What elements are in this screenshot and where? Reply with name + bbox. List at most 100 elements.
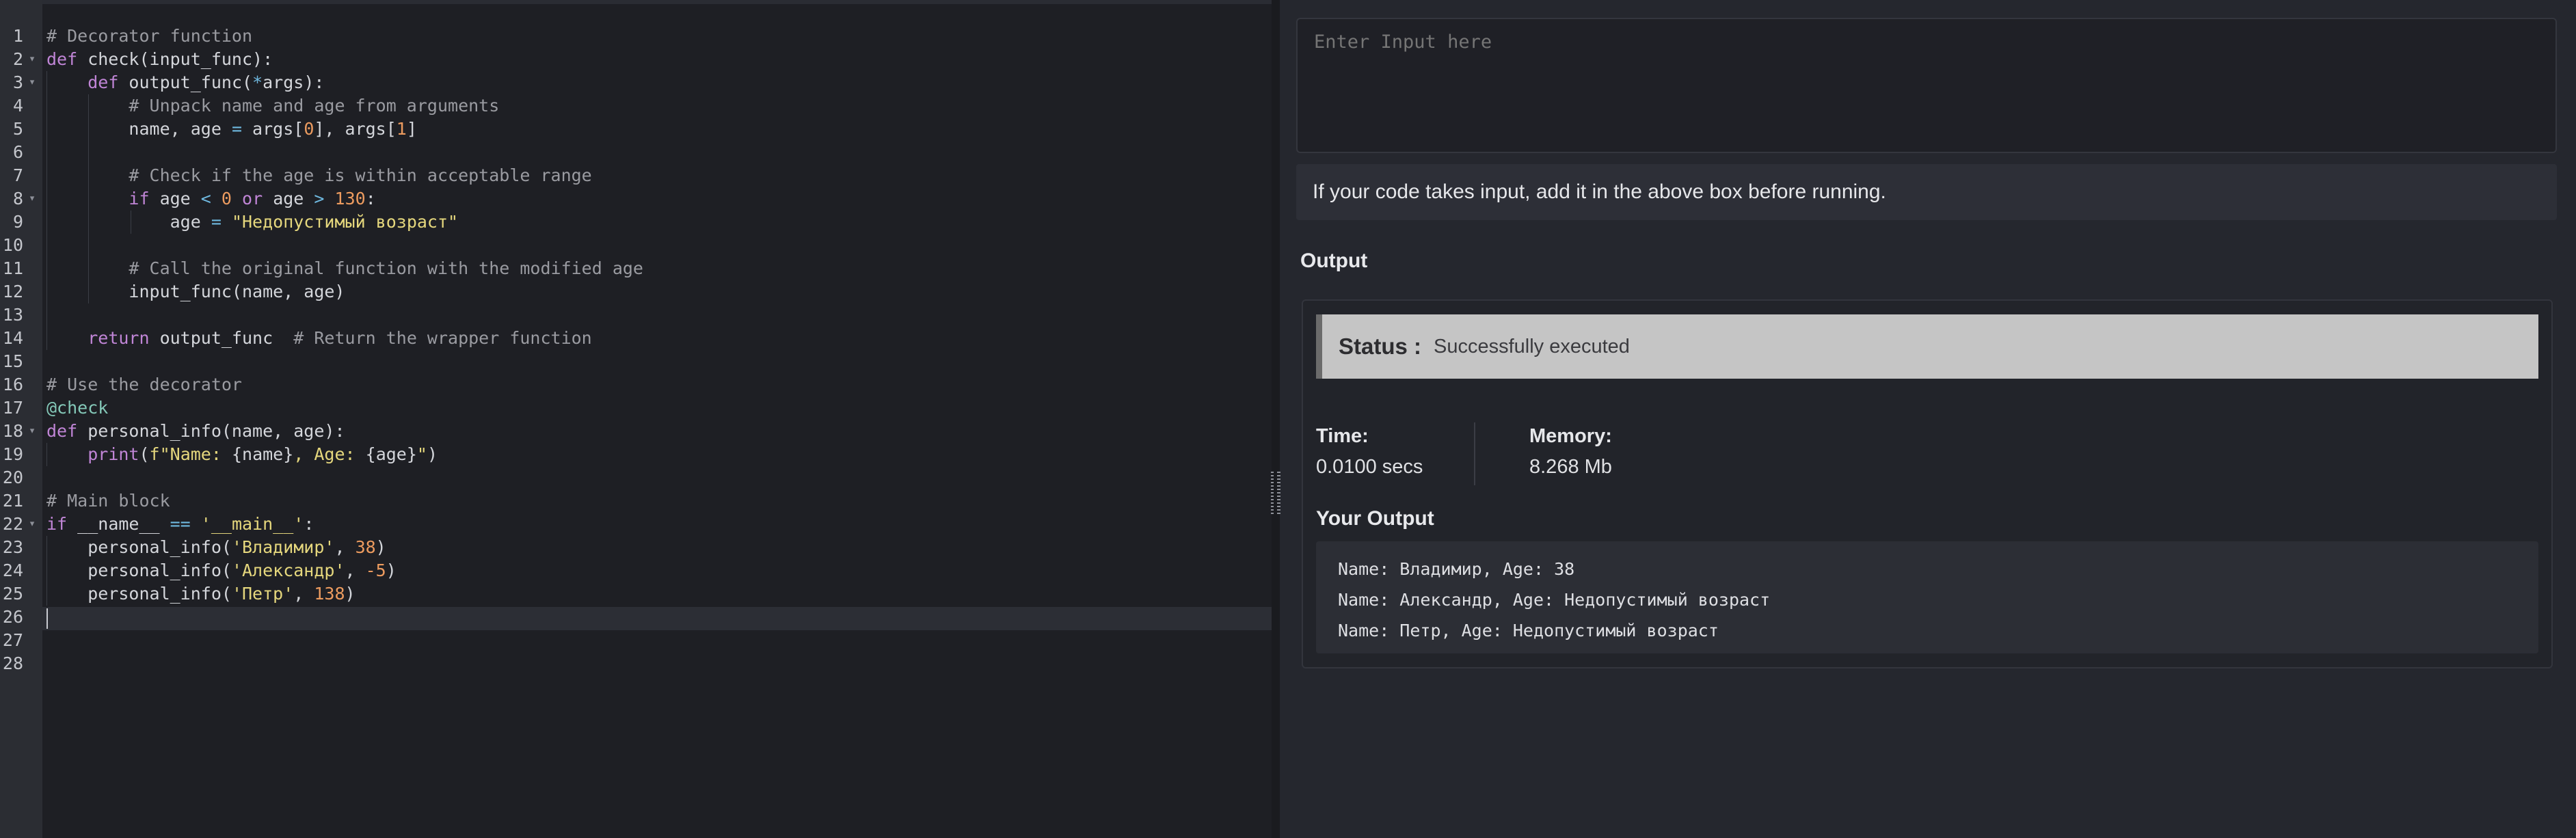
code-line-1: # Decorator function	[46, 25, 252, 48]
code-token: 'Владимир'	[231, 537, 335, 557]
line-number: 20	[2, 468, 23, 487]
code-token: output_func	[149, 328, 294, 348]
drag-handle-icon[interactable]	[1271, 472, 1280, 514]
fold-arrow-icon[interactable]: ▾	[27, 513, 37, 536]
code-token: # Unpack name and age from arguments	[129, 96, 500, 116]
code-token: # Call the original function with the mo…	[129, 258, 643, 278]
code-line-21: # Main block	[46, 489, 170, 513]
line-number: 18	[2, 421, 23, 441]
line-number: 9	[12, 212, 23, 232]
stdin-input[interactable]	[1296, 18, 2557, 153]
line-number: 12	[2, 282, 23, 301]
code-token: 38	[355, 537, 376, 557]
code-token: ]	[406, 119, 417, 139]
line-number: 25	[2, 584, 23, 604]
code-token: name, age	[46, 119, 232, 139]
code-token: personal_info(	[46, 584, 232, 604]
code-token: )	[427, 444, 438, 464]
time-label: Time:	[1316, 425, 1369, 447]
status-bar: Status : Successfully executed	[1316, 314, 2538, 379]
code-token: args):	[263, 72, 325, 92]
code-token: # Return the wrapper function	[293, 328, 592, 348]
code-line-8: if age < 0 or age > 130:	[46, 187, 375, 211]
code-token: output_func(	[118, 72, 253, 92]
fold-arrow-icon[interactable]: ▾	[27, 420, 37, 443]
line-number: 26	[2, 607, 23, 627]
code-token: *	[252, 72, 263, 92]
code-line-7: # Check if the age is within acceptable …	[46, 164, 591, 187]
code-token: :	[304, 514, 314, 534]
output-line: Name: Петр, Age: Недопустимый возраст	[1338, 621, 1719, 640]
line-number: 22	[2, 514, 23, 534]
active-line-highlight	[42, 607, 1272, 630]
line-number: 4	[12, 96, 23, 116]
status-label: Status :	[1339, 334, 1422, 359]
code-token: def	[46, 421, 78, 441]
code-token: {age}	[365, 444, 417, 464]
code-line-16: # Use the decorator	[46, 373, 242, 396]
code-token: (	[139, 444, 150, 464]
output-line: Name: Александр, Age: Недопустимый возра…	[1338, 590, 1771, 610]
code-token: # Decorator function	[46, 26, 253, 46]
line-number: 16	[2, 375, 23, 394]
code-line-14: return output_func # Return the wrapper …	[46, 327, 592, 350]
code-token: ,	[293, 584, 314, 604]
time-value: 0.0100 secs	[1316, 456, 1423, 478]
code-token: # Main block	[46, 491, 170, 511]
output-heading: Output	[1300, 249, 1368, 272]
code-token: 'Петр'	[231, 584, 294, 604]
code-token: f"Name:	[149, 444, 232, 464]
line-number: 3	[12, 72, 23, 92]
editor-top-border	[0, 0, 1272, 4]
code-token: if	[46, 514, 68, 534]
code-line-18: def personal_info(name, age):	[46, 420, 345, 443]
code-token: args[	[242, 119, 304, 139]
fold-arrow-icon[interactable]: ▾	[27, 187, 37, 211]
code-line-11: # Call the original function with the mo…	[46, 257, 643, 280]
line-number: 24	[2, 560, 23, 580]
code-token: age	[149, 189, 201, 208]
line-number: 23	[2, 537, 23, 557]
code-editor[interactable]: 1 2 3 4 5 6 7 8 9 10 11 12 13 14 15 16 1…	[0, 0, 1272, 838]
fold-arrow-icon[interactable]: ▾	[27, 48, 37, 71]
code-token: print	[88, 444, 139, 464]
line-number: 11	[2, 258, 23, 278]
code-token: 'Александр'	[231, 560, 345, 580]
line-number: 19	[2, 444, 23, 464]
line-number: 7	[12, 165, 23, 185]
metric-divider	[1474, 422, 1475, 485]
line-number: 10	[2, 235, 23, 255]
code-token: return	[88, 328, 150, 348]
line-number: 1	[12, 26, 23, 46]
input-hint: If your code takes input, add it in the …	[1296, 164, 2557, 220]
code-token: 130	[334, 189, 366, 208]
code-token: -5	[365, 560, 386, 580]
line-number: 15	[2, 351, 23, 371]
code-token: "	[416, 444, 427, 464]
code-token: age	[263, 189, 314, 208]
code-line-12: input_func(name, age)	[46, 280, 345, 303]
code-token: def	[88, 72, 119, 92]
panel-splitter[interactable]	[1272, 0, 1280, 838]
code-token: ,	[334, 537, 355, 557]
code-token: ], args[	[314, 119, 397, 139]
code-line-19: print(f"Name: {name}, Age: {age}")	[46, 443, 438, 466]
line-number: 2	[12, 49, 23, 69]
fold-arrow-icon[interactable]: ▾	[27, 71, 37, 94]
program-output: Name: Владимир, Age: 38 Name: Александр,…	[1316, 541, 2538, 653]
code-token: 1	[396, 119, 407, 139]
line-number: 27	[2, 630, 23, 650]
code-token: ==	[170, 514, 191, 534]
code-token: 138	[314, 584, 345, 604]
line-number: 17	[2, 398, 23, 418]
code-line-24: personal_info('Александр', -5)	[46, 559, 397, 582]
